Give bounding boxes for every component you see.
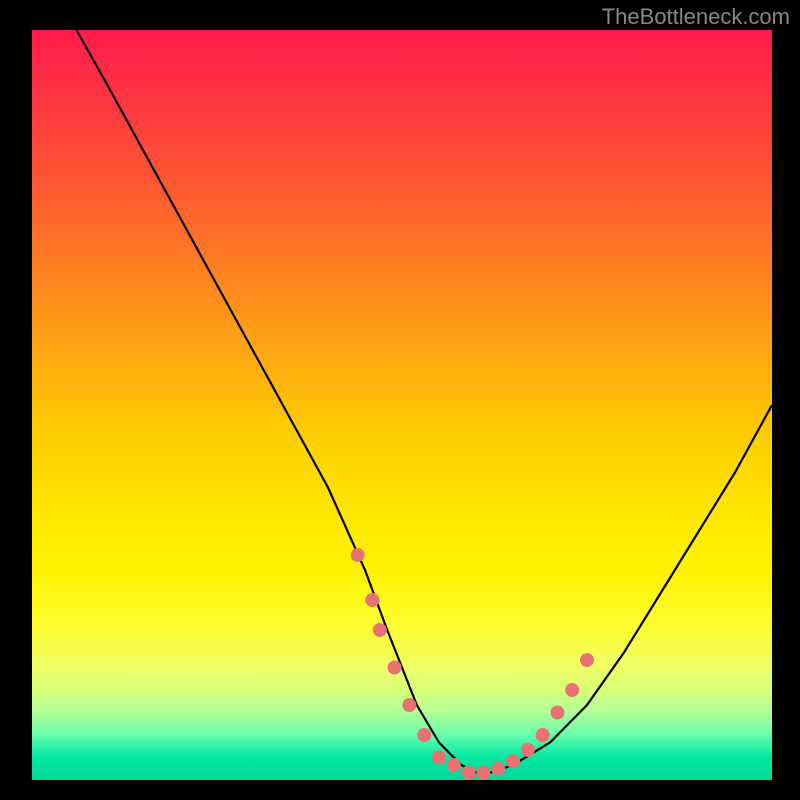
curve-dot: [351, 548, 365, 562]
curve-dot: [447, 758, 461, 772]
curve-dot: [506, 754, 520, 768]
curve-dot: [417, 728, 431, 742]
curve-dot: [550, 706, 564, 720]
curve-dot: [432, 751, 446, 765]
curve-dot: [462, 766, 476, 780]
curve-dot: [580, 653, 594, 667]
curve-dot: [365, 593, 379, 607]
chart-svg: [32, 30, 772, 780]
curve-dot: [565, 683, 579, 697]
curve-dot: [373, 623, 387, 637]
curve-dots: [351, 548, 594, 780]
curve-dot: [491, 762, 505, 776]
curve-dot: [536, 728, 550, 742]
curve-dot: [402, 698, 416, 712]
curve-dot: [521, 743, 535, 757]
curve-dot: [388, 661, 402, 675]
curve-dot: [476, 766, 490, 780]
bottleneck-curve: [76, 30, 772, 773]
chart-plot-area: [32, 30, 772, 780]
watermark-text: TheBottleneck.com: [602, 4, 790, 30]
